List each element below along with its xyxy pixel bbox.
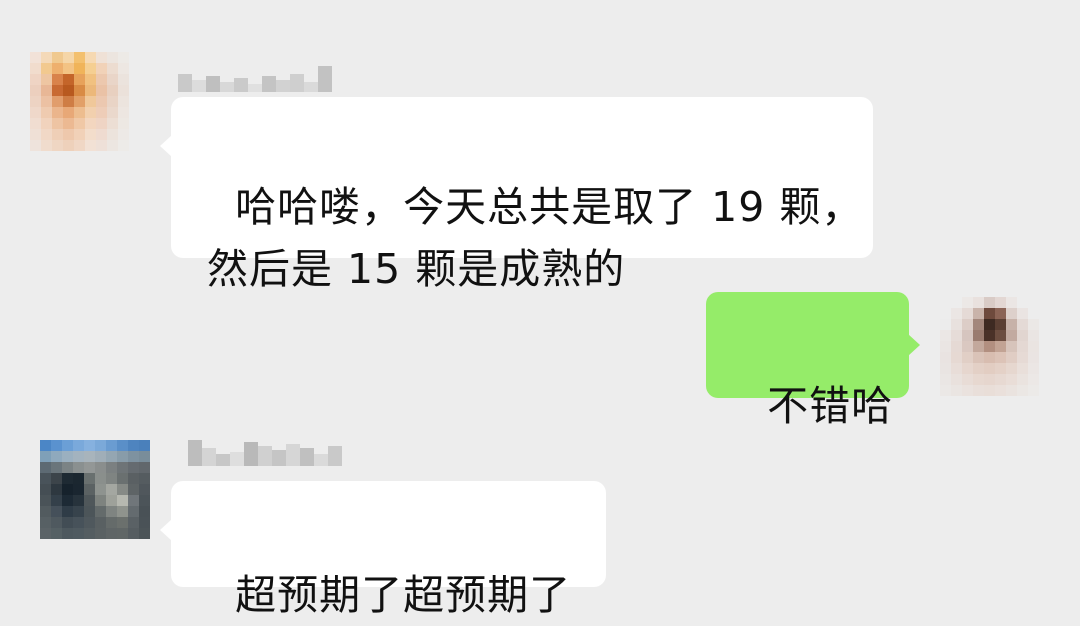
avatar[interactable] [30, 52, 140, 162]
avatar[interactable] [40, 440, 150, 550]
message-bubble-incoming[interactable]: 超预期了超预期了 [160, 481, 606, 619]
avatar[interactable] [940, 297, 1050, 407]
message-text: 超预期了超预期了 [235, 571, 572, 619]
sender-name-blurred [178, 66, 332, 92]
message-bubble-outgoing[interactable]: 不错哈 [706, 292, 920, 430]
message-text: 不错哈 [767, 382, 894, 430]
message-text: 哈哈喽，今天总共是取了 19 颗， 然后是 15 颗是成熟的 [207, 183, 864, 293]
message-bubble-incoming[interactable]: 哈哈喽，今天总共是取了 19 颗， 然后是 15 颗是成熟的 [160, 97, 873, 293]
sender-name-blurred [188, 440, 342, 466]
